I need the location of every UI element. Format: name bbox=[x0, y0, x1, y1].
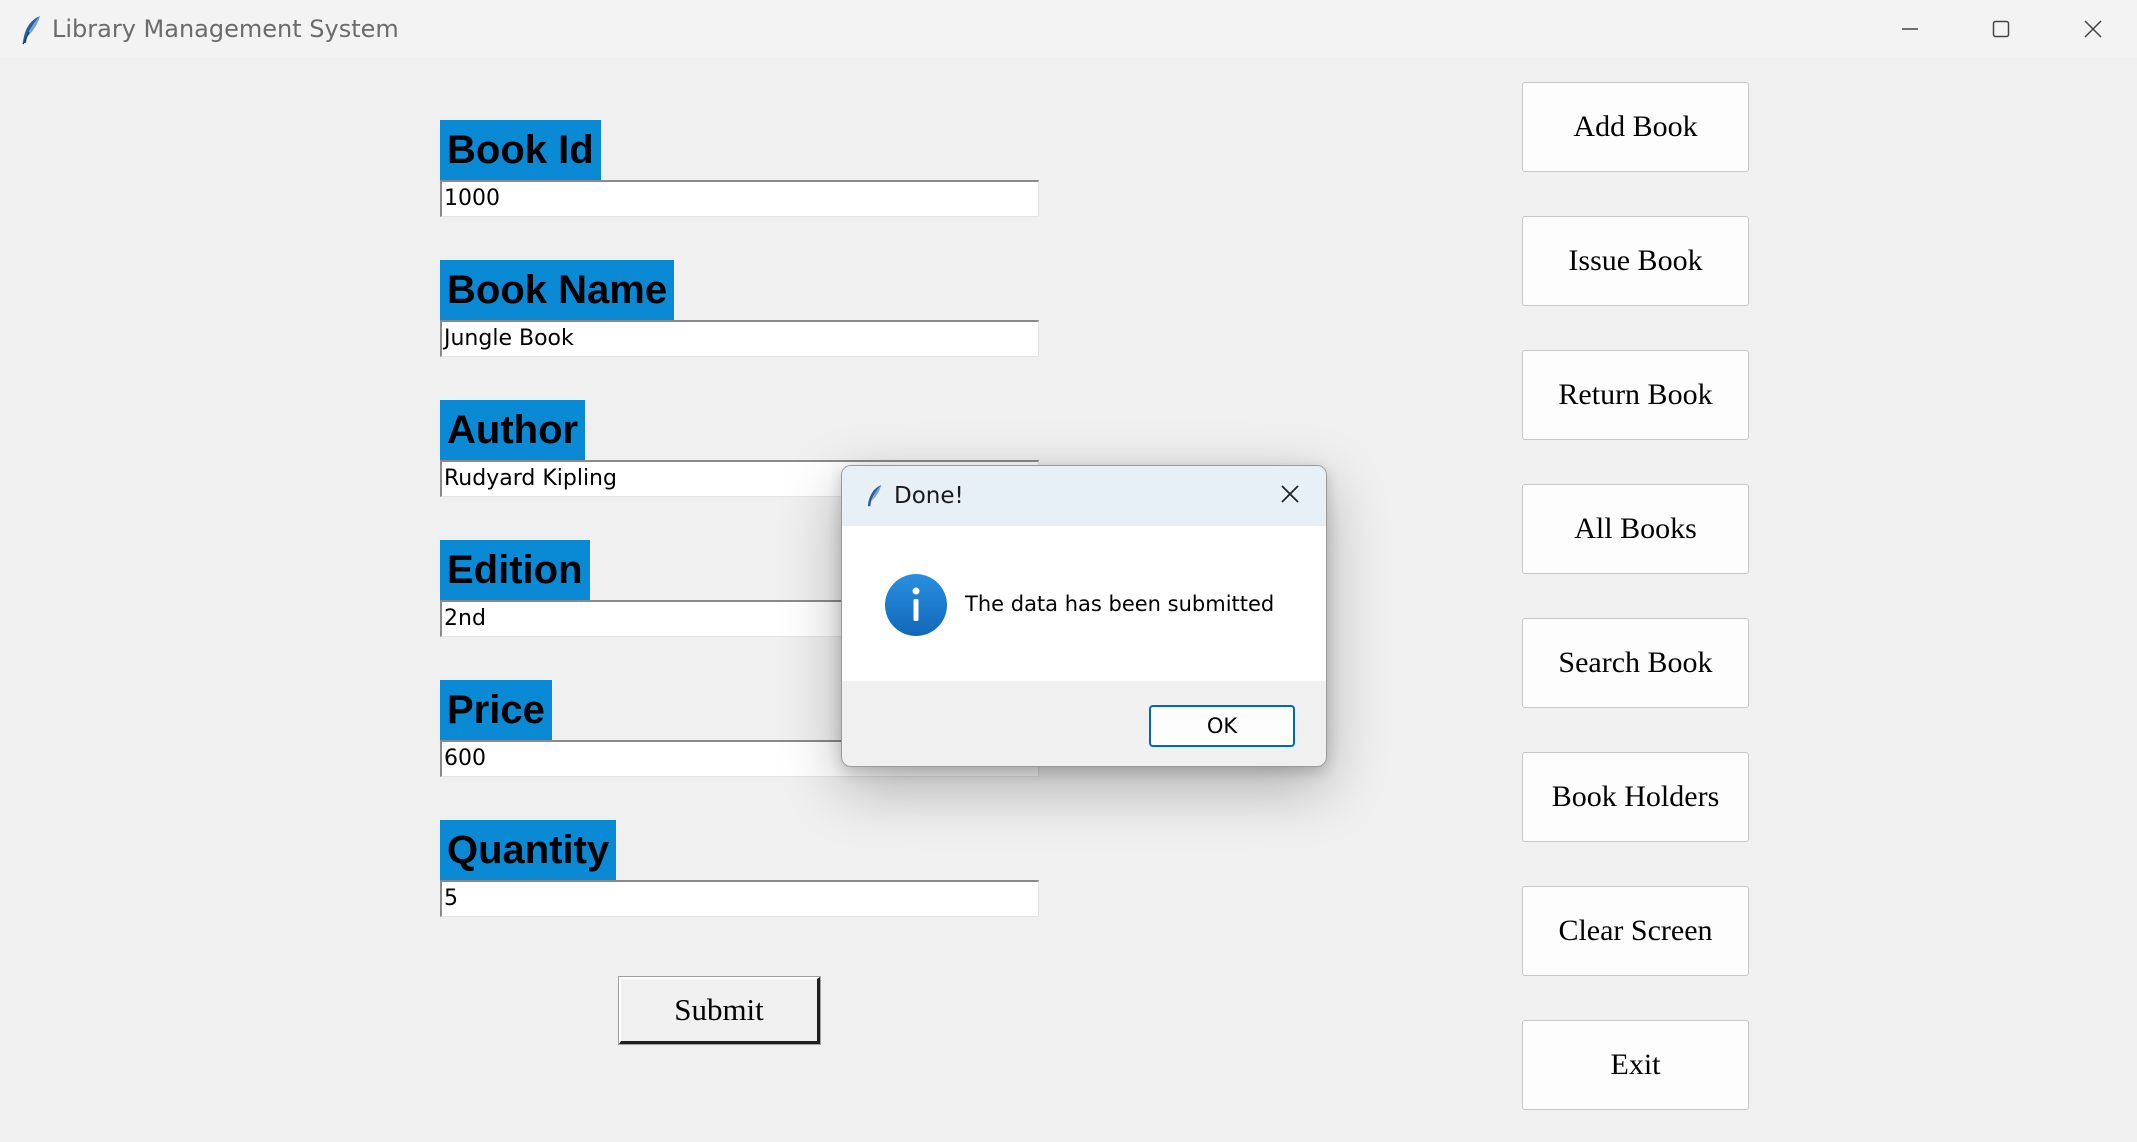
minimize-icon bbox=[1900, 19, 1920, 39]
book-holders-button[interactable]: Book Holders bbox=[1522, 752, 1749, 842]
dialog-message: The data has been submitted bbox=[965, 592, 1275, 616]
clear-screen-button[interactable]: Clear Screen bbox=[1522, 886, 1749, 976]
close-window-button[interactable] bbox=[2047, 0, 2137, 58]
close-icon bbox=[1279, 483, 1301, 509]
dialog-body: The data has been submitted bbox=[842, 526, 1326, 681]
feather-icon bbox=[864, 481, 886, 511]
feather-icon bbox=[18, 14, 46, 46]
title-bar: Library Management System bbox=[0, 0, 2137, 58]
price-label: Price bbox=[440, 680, 552, 740]
dialog-close-button[interactable] bbox=[1272, 478, 1308, 514]
minimize-button[interactable] bbox=[1864, 0, 1956, 58]
book-name-input[interactable]: Jungle Book bbox=[440, 320, 1039, 357]
maximize-button[interactable] bbox=[1955, 0, 2047, 58]
maximize-icon bbox=[1991, 19, 2011, 39]
book-id-label: Book Id bbox=[440, 120, 601, 180]
info-dialog: Done! The data has been submitted OK bbox=[841, 465, 1327, 767]
main-window: Library Management System Book Id 1000 B… bbox=[0, 0, 2137, 1142]
dialog-title-bar: Done! bbox=[842, 466, 1326, 526]
book-name-label: Book Name bbox=[440, 260, 675, 320]
search-book-button[interactable]: Search Book bbox=[1522, 618, 1749, 708]
issue-book-button[interactable]: Issue Book bbox=[1522, 216, 1749, 306]
edition-label: Edition bbox=[440, 540, 590, 600]
submit-button[interactable]: Submit bbox=[618, 976, 821, 1045]
window-title: Library Management System bbox=[52, 15, 399, 43]
quantity-input[interactable]: 5 bbox=[440, 880, 1039, 917]
ok-button[interactable]: OK bbox=[1149, 705, 1295, 747]
exit-button[interactable]: Exit bbox=[1522, 1020, 1749, 1110]
add-book-button[interactable]: Add Book bbox=[1522, 82, 1749, 172]
return-book-button[interactable]: Return Book bbox=[1522, 350, 1749, 440]
author-label: Author bbox=[440, 400, 586, 460]
book-id-input[interactable]: 1000 bbox=[440, 180, 1039, 217]
all-books-button[interactable]: All Books bbox=[1522, 484, 1749, 574]
close-icon bbox=[2083, 19, 2103, 39]
dialog-title: Done! bbox=[894, 483, 964, 509]
quantity-label: Quantity bbox=[440, 820, 617, 880]
info-icon bbox=[884, 573, 948, 637]
